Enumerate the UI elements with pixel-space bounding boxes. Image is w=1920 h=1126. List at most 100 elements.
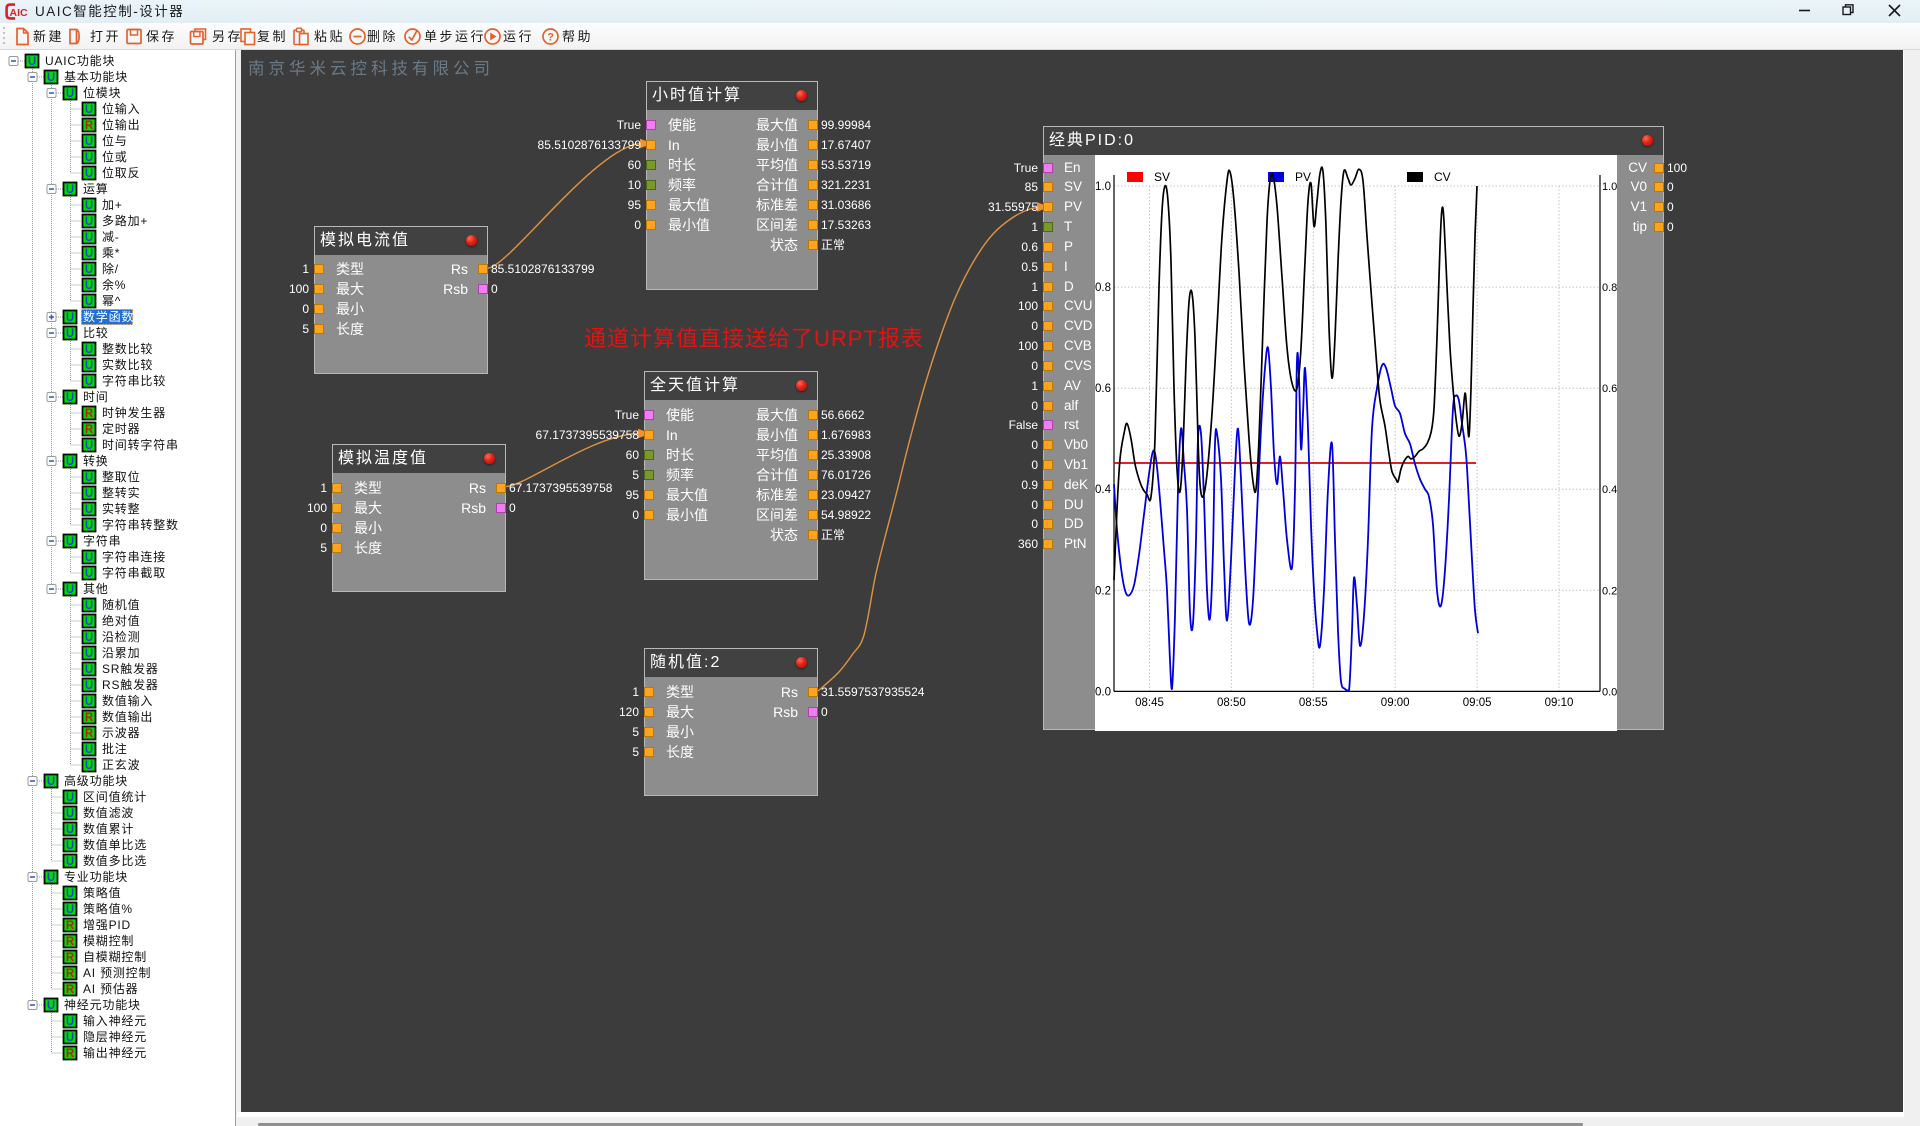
svg-text:?: ? — [547, 31, 554, 43]
svg-text:位输入: 位输入 — [102, 101, 140, 116]
svg-text:正玄波: 正玄波 — [102, 757, 140, 772]
svg-text:U: U — [85, 744, 93, 756]
svg-text:0.4: 0.4 — [1602, 484, 1617, 496]
svg-text:U: U — [66, 88, 74, 100]
svg-text:AI 预测控制: AI 预测控制 — [83, 966, 151, 980]
svg-text:0.2: 0.2 — [1095, 585, 1111, 597]
svg-text:整数比较: 整数比较 — [102, 341, 153, 356]
svg-text:PV: PV — [1295, 170, 1311, 184]
svg-text:U: U — [66, 536, 74, 548]
svg-text:位取反: 位取反 — [102, 165, 140, 180]
svg-text:时间: 时间 — [83, 390, 109, 404]
svg-text:U: U — [47, 776, 55, 788]
svg-text:U: U — [66, 824, 74, 836]
svg-text:U: U — [66, 328, 74, 340]
svg-text:RS触发器: RS触发器 — [102, 677, 159, 692]
svg-text:R: R — [85, 408, 94, 420]
svg-text:R: R — [85, 728, 94, 740]
svg-text:数值输出: 数值输出 — [102, 709, 153, 724]
svg-text:随机值: 随机值 — [102, 597, 140, 612]
svg-text:模糊控制: 模糊控制 — [83, 933, 134, 948]
svg-text:神经元功能块: 神经元功能块 — [64, 998, 141, 1012]
svg-text:09:05: 09:05 — [1463, 697, 1492, 709]
svg-text:U: U — [85, 616, 93, 628]
svg-text:0.0: 0.0 — [1602, 686, 1617, 698]
svg-text:UAIC功能块: UAIC功能块 — [45, 54, 115, 68]
svg-text:基本功能块: 基本功能块 — [64, 70, 128, 84]
svg-text:U: U — [85, 104, 93, 116]
svg-text:实转整: 实转整 — [102, 501, 140, 516]
svg-text:R: R — [66, 952, 75, 964]
svg-text:时间转字符串: 时间转字符串 — [102, 437, 179, 452]
svg-text:U: U — [85, 248, 93, 260]
svg-text:位模块: 位模块 — [83, 85, 121, 100]
svg-text:专业功能块: 专业功能块 — [64, 869, 128, 884]
svg-text:U: U — [85, 680, 93, 692]
svg-text:字符串: 字符串 — [83, 533, 121, 548]
svg-text:08:50: 08:50 — [1217, 697, 1246, 709]
svg-text:U: U — [85, 440, 93, 452]
svg-text:U: U — [85, 504, 93, 516]
svg-text:沿累加: 沿累加 — [102, 646, 140, 660]
svg-text:比较: 比较 — [83, 325, 109, 340]
svg-text:位输出: 位输出 — [102, 117, 140, 132]
svg-text:U: U — [66, 904, 74, 916]
svg-text:AIC: AIC — [10, 7, 29, 19]
svg-text:U: U — [85, 296, 93, 308]
svg-text:U: U — [47, 72, 55, 84]
svg-text:09:00: 09:00 — [1381, 697, 1410, 709]
svg-text:数值输入: 数值输入 — [102, 693, 153, 708]
svg-text:沿检测: 沿检测 — [102, 629, 140, 644]
svg-text:U: U — [85, 520, 93, 532]
svg-text:U: U — [66, 392, 74, 404]
svg-text:其他: 其他 — [83, 582, 109, 596]
svg-text:U: U — [85, 280, 93, 292]
svg-text:U: U — [85, 552, 93, 564]
svg-text:U: U — [66, 456, 74, 468]
svg-text:R: R — [66, 984, 75, 996]
svg-text:示波器: 示波器 — [102, 726, 140, 740]
svg-text:0.0: 0.0 — [1095, 686, 1111, 698]
svg-text:增强PID: 增强PID — [83, 918, 131, 932]
svg-text:AI 预估器: AI 预估器 — [83, 982, 138, 996]
svg-text:U: U — [47, 872, 55, 884]
svg-text:SV: SV — [1154, 170, 1170, 184]
svg-text:U: U — [66, 856, 74, 868]
svg-text:U: U — [85, 360, 93, 372]
svg-text:0.8: 0.8 — [1602, 282, 1617, 294]
svg-text:SR触发器: SR触发器 — [102, 661, 159, 676]
svg-text:数学函数: 数学函数 — [83, 309, 134, 324]
svg-text:U: U — [85, 648, 93, 660]
svg-text:策略值: 策略值 — [83, 885, 121, 900]
svg-text:R: R — [66, 1048, 75, 1060]
svg-text:CV: CV — [1434, 170, 1451, 184]
svg-text:区间值统计: 区间值统计 — [83, 789, 147, 804]
svg-text:数值多比选: 数值多比选 — [83, 853, 147, 868]
svg-text:1.0: 1.0 — [1602, 181, 1617, 193]
svg-text:08:55: 08:55 — [1299, 697, 1328, 709]
svg-text:数值单比选: 数值单比选 — [83, 837, 147, 852]
svg-text:U: U — [85, 696, 93, 708]
svg-text:策略值%: 策略值% — [83, 901, 133, 916]
svg-text:U: U — [28, 56, 36, 68]
svg-text:U: U — [85, 232, 93, 244]
svg-text:运算: 运算 — [83, 181, 109, 196]
svg-text:隐层神经元: 隐层神经元 — [83, 1030, 147, 1044]
svg-text:自模糊控制: 自模糊控制 — [83, 949, 147, 964]
svg-text:0.6: 0.6 — [1602, 383, 1617, 395]
svg-text:R: R — [85, 424, 94, 436]
svg-text:U: U — [66, 808, 74, 820]
svg-text:0.4: 0.4 — [1095, 484, 1112, 496]
svg-text:U: U — [85, 344, 93, 356]
svg-text:定时器: 定时器 — [102, 421, 140, 436]
svg-text:高级功能块: 高级功能块 — [64, 773, 128, 788]
svg-text:字符串比较: 字符串比较 — [102, 373, 166, 388]
svg-text:R: R — [85, 120, 94, 132]
svg-text:0.6: 0.6 — [1095, 383, 1111, 395]
svg-text:加+: 加+ — [102, 198, 123, 212]
svg-text:0.8: 0.8 — [1095, 282, 1111, 294]
svg-text:U: U — [85, 200, 93, 212]
svg-text:U: U — [85, 136, 93, 148]
svg-text:位或: 位或 — [102, 149, 128, 164]
svg-text:U: U — [66, 184, 74, 196]
